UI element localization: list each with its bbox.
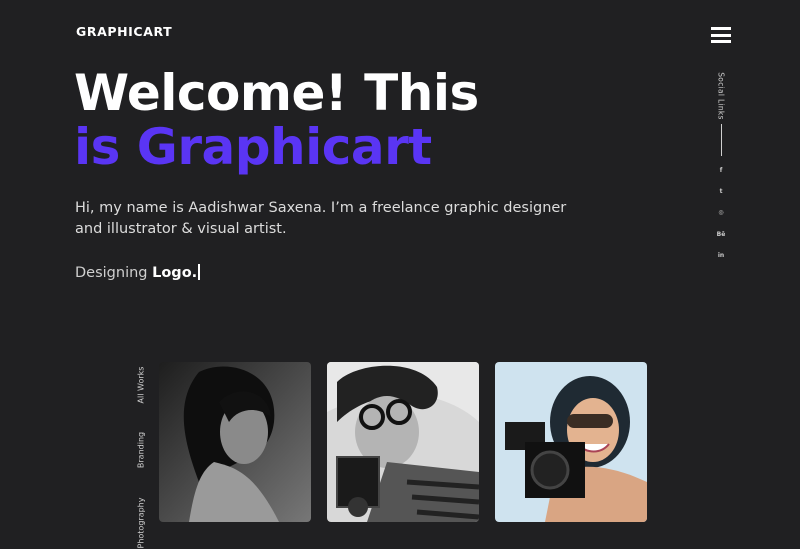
facebook-icon[interactable]: f bbox=[715, 164, 727, 176]
site-logo[interactable]: GRAPHICART bbox=[76, 24, 172, 39]
camera-woman-bw-image bbox=[327, 362, 479, 522]
hamburger-menu-icon[interactable] bbox=[711, 26, 731, 44]
filter-photography[interactable]: Photography bbox=[137, 498, 146, 549]
filter-all-works[interactable]: All Works bbox=[137, 367, 146, 404]
typing-word: Logo. bbox=[152, 265, 198, 281]
text-cursor bbox=[198, 264, 201, 280]
typing-line: Designing Logo. bbox=[75, 264, 201, 281]
linkedin-icon[interactable]: in bbox=[715, 249, 727, 261]
portfolio-card-3[interactable] bbox=[495, 362, 647, 522]
hero-heading: Welcome! This is Graphicart bbox=[74, 66, 479, 174]
hero-heading-line2: is Graphicart bbox=[74, 118, 432, 176]
typing-prefix: Designing bbox=[75, 265, 148, 281]
behance-icon[interactable]: Bē bbox=[715, 228, 727, 240]
intro-text: Hi, my name is Aadishwar Saxena. I’m a f… bbox=[75, 200, 567, 237]
portfolio-card-1[interactable] bbox=[159, 362, 311, 522]
twitter-icon[interactable]: t bbox=[715, 185, 727, 197]
dslr-woman-image bbox=[495, 362, 647, 522]
portrait-bw-image bbox=[159, 362, 311, 522]
filter-branding[interactable]: Branding bbox=[137, 432, 146, 468]
social-links-label: Social Links bbox=[716, 72, 726, 120]
portfolio-card-2[interactable] bbox=[327, 362, 479, 522]
hero-heading-line1: Welcome! This bbox=[74, 64, 479, 122]
social-divider bbox=[721, 124, 722, 156]
instagram-icon[interactable]: ◎ bbox=[715, 206, 727, 218]
